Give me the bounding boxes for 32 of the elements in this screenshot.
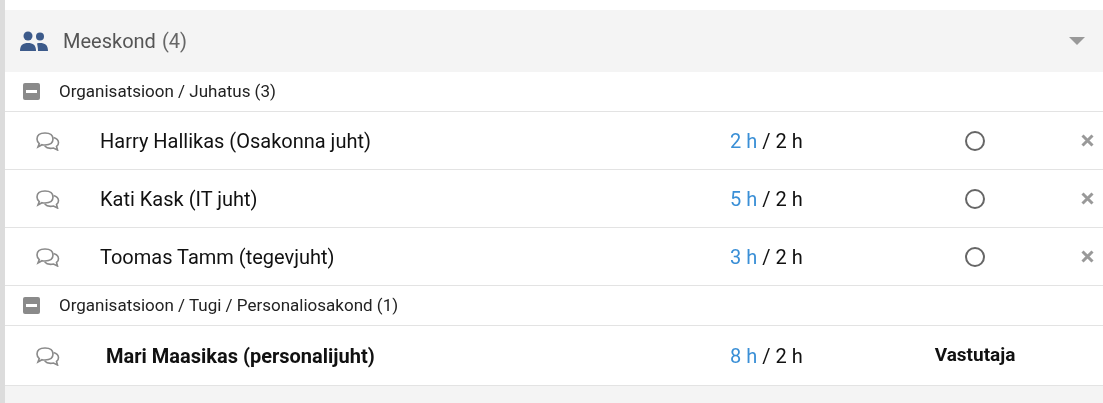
role-label: Vastutaja bbox=[934, 342, 1016, 369]
spent-hours[interactable]: 5 h bbox=[730, 183, 758, 214]
member-name: Kati Kask (IT juht) bbox=[100, 185, 259, 213]
spent-hours[interactable]: 8 h bbox=[730, 340, 758, 371]
chat-icon[interactable] bbox=[34, 130, 62, 151]
chat-icon[interactable] bbox=[34, 246, 62, 267]
planned-hours: / 2 h bbox=[762, 342, 803, 370]
planned-hours: / 2 h bbox=[762, 185, 803, 213]
group-label: Organisatsioon / Tugi / Personaliosakond (1) bbox=[59, 293, 399, 317]
radio-button[interactable] bbox=[965, 188, 985, 209]
close-icon[interactable] bbox=[1081, 192, 1094, 205]
collapse-toggle[interactable] bbox=[23, 297, 40, 314]
panel-title: Meeskond bbox=[63, 28, 156, 55]
chat-icon[interactable] bbox=[34, 345, 62, 366]
radio-button[interactable] bbox=[965, 246, 985, 267]
radio-button[interactable] bbox=[965, 130, 985, 151]
close-icon[interactable] bbox=[1081, 134, 1094, 147]
people-icon bbox=[19, 31, 49, 51]
member-name: Mari Maasikas (personalijuht) bbox=[105, 342, 376, 370]
close-icon[interactable] bbox=[1081, 250, 1094, 263]
planned-hours: / 2 h bbox=[762, 243, 803, 271]
spent-hours[interactable]: 2 h bbox=[730, 125, 758, 156]
panel-header[interactable]: Meeskond (4) bbox=[5, 10, 1103, 72]
caret-icon[interactable] bbox=[1069, 37, 1085, 45]
chat-icon[interactable] bbox=[34, 188, 62, 209]
member-count: (4) bbox=[161, 28, 187, 55]
member-name: Harry Hallikas (Osakonna juht) bbox=[100, 127, 372, 155]
planned-hours: / 2 h bbox=[762, 127, 803, 155]
member-name: Toomas Tamm (tegevjuht) bbox=[100, 243, 336, 271]
group-label: Organisatsioon / Juhatus (3) bbox=[59, 79, 276, 103]
spent-hours[interactable]: 3 h bbox=[730, 241, 758, 272]
collapse-toggle[interactable] bbox=[23, 83, 40, 100]
